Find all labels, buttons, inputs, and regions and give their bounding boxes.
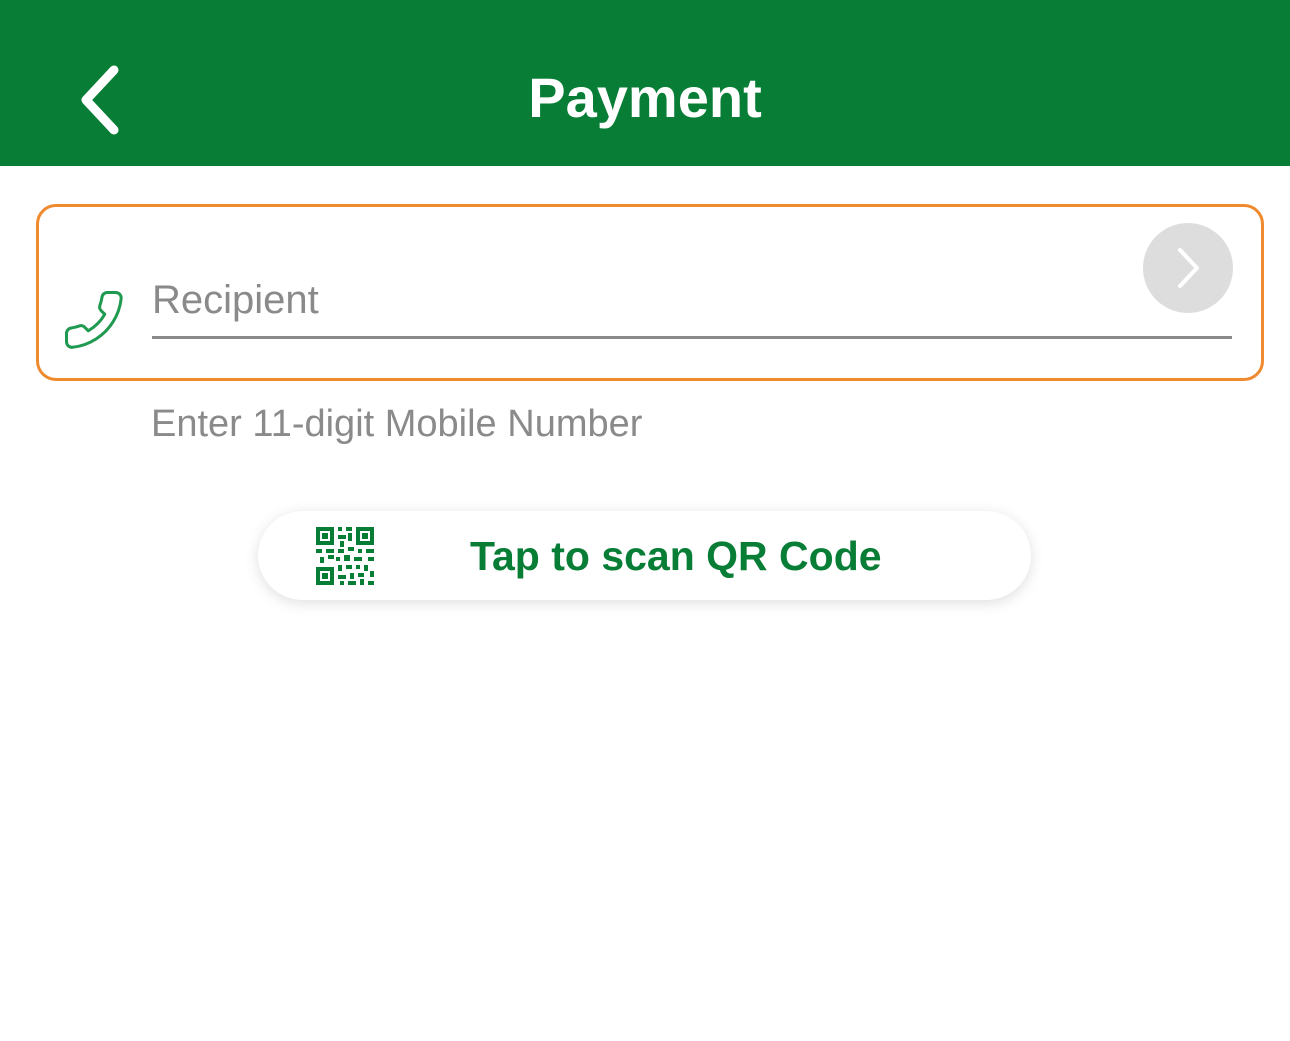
recipient-input[interactable] — [152, 265, 1232, 339]
page-title: Payment — [528, 66, 762, 129]
scan-qr-label: Tap to scan QR Code — [470, 533, 882, 579]
app-header: Payment — [0, 0, 1290, 166]
payment-screen: Payment Enter 11-digit Mobile Number — [0, 0, 1290, 1041]
phone-icon — [64, 290, 123, 349]
scan-qr-button[interactable]: Tap to scan QR Code — [258, 511, 1031, 600]
recipient-field-card — [36, 204, 1264, 381]
qr-code-icon — [316, 527, 374, 585]
recipient-hint: Enter 11-digit Mobile Number — [151, 403, 643, 445]
go-button[interactable] — [1143, 223, 1233, 313]
chevron-right-icon — [1178, 248, 1199, 288]
